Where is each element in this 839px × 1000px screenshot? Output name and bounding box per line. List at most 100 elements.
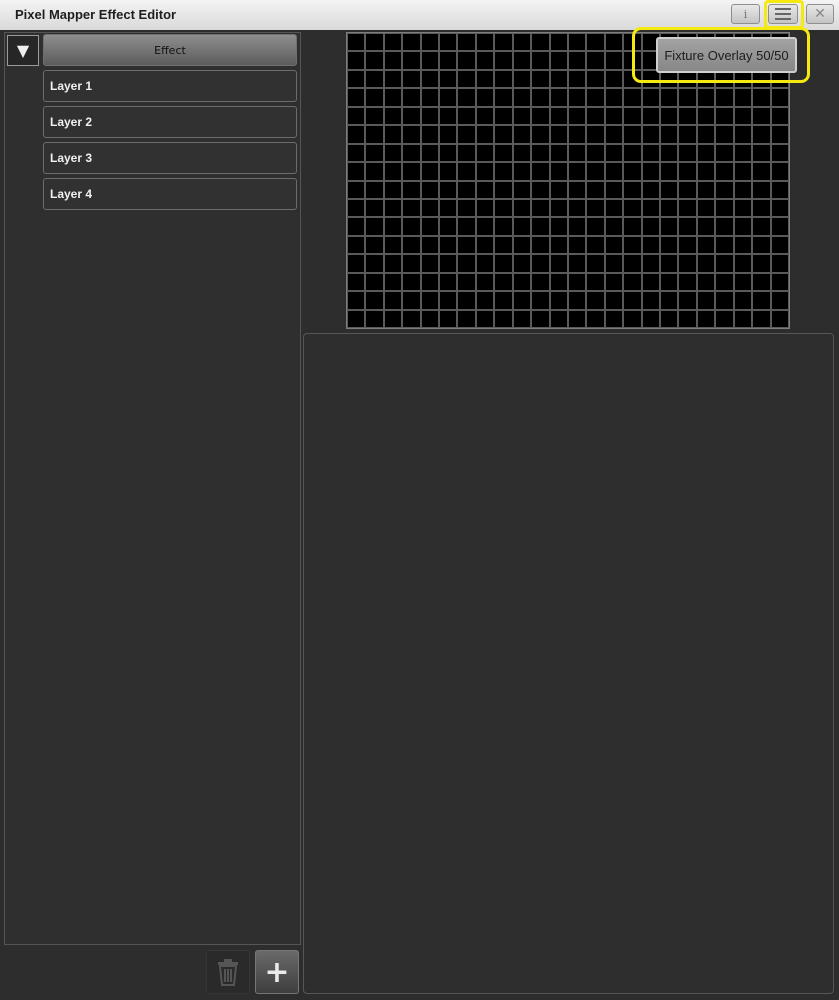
plus-icon: + (264, 954, 290, 990)
pixel-cell (365, 106, 384, 126)
pixel-cell (402, 272, 421, 292)
pixel-cell (383, 106, 403, 126)
pixel-cell (475, 106, 495, 126)
pixel-cell (678, 272, 697, 292)
pixel-cell (660, 88, 679, 107)
pixel-cell (383, 88, 403, 107)
pixel-cell (475, 143, 495, 163)
pixel-cell (567, 272, 587, 292)
pixel-cell (383, 162, 403, 181)
pixel-cell (715, 162, 734, 181)
pixel-cell (439, 69, 458, 89)
pixel-cell (733, 272, 753, 292)
pixel-cell (770, 291, 789, 310)
pixel-cell (678, 106, 697, 126)
pixel-cell (383, 69, 403, 89)
pixel-cell (715, 217, 734, 236)
pixel-cell (549, 235, 568, 255)
pixel-cell (733, 254, 753, 273)
pixel-cell (715, 198, 734, 218)
pixel-cell (365, 217, 384, 236)
pixel-cell (439, 143, 458, 163)
pixel-cell (567, 235, 587, 255)
pixel-cell (549, 180, 568, 199)
pixel-cell (347, 51, 366, 70)
close-button[interactable]: ✕ (806, 4, 834, 24)
pixel-cell (439, 272, 458, 292)
pixel-cell (494, 33, 513, 52)
pixel-cell (567, 125, 587, 144)
pixel-cell (439, 51, 458, 70)
add-layer-button[interactable]: + (255, 950, 299, 994)
pixel-cell (531, 309, 550, 328)
pixel-cell (475, 69, 495, 89)
pixel-cell (475, 198, 495, 218)
pixel-cell (457, 51, 476, 70)
pixel-cell (494, 162, 513, 181)
pixel-cell (623, 125, 642, 144)
pixel-cell (567, 69, 587, 89)
pixel-cell (457, 198, 476, 218)
pixel-cell (696, 162, 716, 181)
pixel-cell (733, 88, 753, 107)
pixel-cell (549, 33, 568, 52)
layer-item-4[interactable]: Layer 4 (43, 178, 297, 210)
pixel-cell (604, 309, 624, 328)
pixel-cell (531, 180, 550, 199)
pixel-cell (549, 51, 568, 70)
pixel-cell (586, 51, 605, 70)
pixel-cell (457, 106, 476, 126)
pixel-cell (549, 106, 568, 126)
pixel-cell (715, 180, 734, 199)
pixel-cell (494, 309, 513, 328)
pixel-cell (383, 180, 403, 199)
pixel-cell (475, 235, 495, 255)
pixel-cell (420, 88, 440, 107)
pixel-cell (420, 309, 440, 328)
effect-button[interactable]: Effect (43, 34, 297, 66)
pixel-cell (586, 125, 605, 144)
pixel-cell (457, 309, 476, 328)
layer-item-3[interactable]: Layer 3 (43, 142, 297, 174)
pixel-cell (531, 33, 550, 52)
pixel-cell (365, 235, 384, 255)
pixel-cell (347, 217, 366, 236)
pixel-cell (604, 33, 624, 52)
info-button[interactable]: i (731, 4, 760, 24)
pixel-cell (365, 69, 384, 89)
layer-item-2[interactable]: Layer 2 (43, 106, 297, 138)
triangle-down-icon: ▼ (16, 41, 30, 60)
pixel-cell (604, 291, 624, 310)
pixel-cell (457, 69, 476, 89)
delete-layer-button[interactable] (206, 950, 250, 994)
pixel-cell (365, 88, 384, 107)
pixel-cell (420, 143, 440, 163)
pixel-cell (567, 198, 587, 218)
pixel-cell (549, 198, 568, 218)
collapse-button[interactable]: ▼ (7, 35, 39, 66)
pixel-cell (347, 272, 366, 292)
pixel-cell (475, 162, 495, 181)
pixel-cell (512, 309, 532, 328)
pixel-cell (678, 198, 697, 218)
pixel-cell (623, 217, 642, 236)
fixture-overlay-highlight (632, 27, 810, 83)
pixel-cell (770, 217, 789, 236)
pixel-cell (365, 291, 384, 310)
pixel-cell (715, 106, 734, 126)
pixel-cell (770, 125, 789, 144)
pixel-cell (365, 254, 384, 273)
pixel-cell (733, 198, 753, 218)
pixel-cell (494, 272, 513, 292)
pixel-cell (365, 162, 384, 181)
pixel-cell (549, 272, 568, 292)
layer-item-1[interactable]: Layer 1 (43, 70, 297, 102)
pixel-cell (531, 51, 550, 70)
pixel-cell (623, 88, 642, 107)
pixel-cell (678, 143, 697, 163)
pixel-cell (457, 180, 476, 199)
pixel-cell (383, 272, 403, 292)
pixel-cell (623, 272, 642, 292)
pixel-cell (678, 180, 697, 199)
pixel-cell (494, 217, 513, 236)
